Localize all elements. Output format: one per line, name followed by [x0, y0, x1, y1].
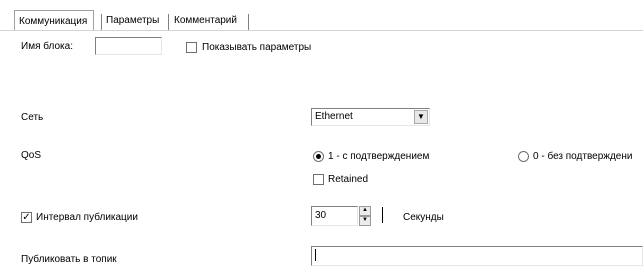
slider-thumb[interactable] — [382, 207, 383, 223]
spin-down-icon[interactable]: ▼ — [359, 216, 371, 226]
tab-strip: Коммуникация Параметры Комментарий — [0, 0, 643, 31]
network-label: Сеть — [21, 112, 44, 123]
qos-option0-radio[interactable] — [518, 151, 529, 162]
spin-up-icon[interactable]: ▲ — [359, 206, 371, 216]
show-params-checkbox[interactable] — [186, 42, 197, 53]
retained-label: Retained — [328, 174, 369, 185]
tab-separator — [168, 14, 169, 30]
publish-interval-label: Интервал публикации — [36, 212, 138, 223]
tab-separator — [248, 14, 249, 30]
tab-parameters[interactable]: Параметры — [102, 12, 168, 29]
qos-option1-radio[interactable] — [313, 151, 324, 162]
show-params-label: Показывать параметры — [202, 42, 312, 53]
block-name-input[interactable] — [95, 37, 162, 55]
retained-checkbox[interactable] — [313, 174, 324, 185]
radio-selected-dot — [316, 154, 321, 159]
tab-divider — [0, 30, 643, 31]
publish-interval-input[interactable]: 30 — [311, 206, 358, 226]
network-select[interactable]: Ethernet ▼ — [311, 108, 430, 126]
text-caret — [315, 249, 316, 261]
publish-topic-label: Публиковать в топик — [21, 254, 117, 265]
network-select-value: Ethernet — [315, 111, 353, 122]
tab-comment[interactable]: Комментарий — [170, 12, 246, 29]
qos-label: QoS — [21, 150, 42, 161]
tab-communication[interactable]: Коммуникация — [14, 10, 94, 31]
block-name-label: Имя блока: — [21, 41, 73, 52]
qos-option1-label: 1 - с подтверждением — [328, 151, 430, 162]
publish-interval-checkbox[interactable]: ✓ — [21, 212, 32, 223]
publish-topic-input[interactable] — [311, 246, 643, 266]
qos-option0-label: 0 - без подтверждени — [533, 151, 633, 162]
chevron-down-icon[interactable]: ▼ — [414, 110, 428, 124]
publish-interval-unit: Секунды — [403, 212, 444, 223]
